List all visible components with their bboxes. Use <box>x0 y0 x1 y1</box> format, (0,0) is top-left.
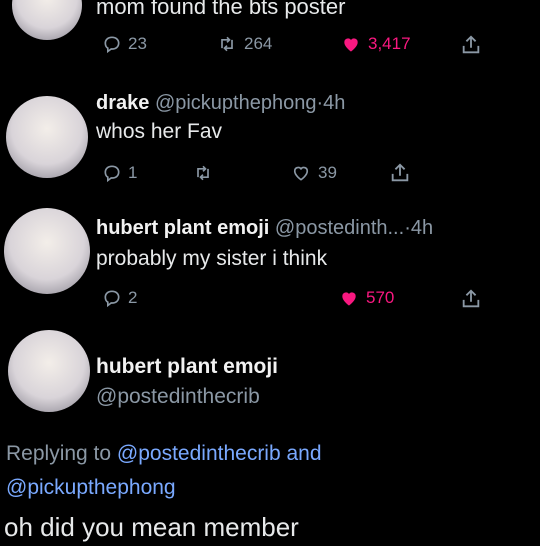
retweet-icon <box>221 36 233 52</box>
separator-dot: · <box>404 217 411 239</box>
reply-icon <box>104 36 120 54</box>
display-name[interactable]: hubert plant emoji <box>96 355 278 379</box>
mention-link[interactable]: @pickupthephong <box>6 476 176 499</box>
tweet-header: drake @pickupthephong·4h <box>96 92 345 115</box>
timestamp[interactable]: 4h <box>411 217 433 239</box>
reply-icon <box>104 165 120 183</box>
share-button[interactable] <box>389 162 411 184</box>
share-icon <box>391 163 409 182</box>
like-button[interactable]: 3,417 <box>340 34 411 54</box>
reply-icon <box>104 290 120 308</box>
like-button[interactable]: 39 <box>290 163 337 183</box>
tweet-text: probably my sister i think <box>96 247 328 270</box>
reply-count: 23 <box>128 34 147 53</box>
tweet-header: hubert plant emoji @postedinth...·4h <box>96 217 433 240</box>
heart-icon <box>293 166 309 181</box>
like-button[interactable]: 570 <box>338 288 394 308</box>
avatar[interactable] <box>12 0 82 40</box>
retweet-button[interactable]: 264 <box>216 34 272 54</box>
mention-link[interactable]: @postedinthecrib <box>117 442 281 465</box>
share-button[interactable] <box>460 288 482 310</box>
handle[interactable]: @postedinthecrib <box>96 385 260 409</box>
display-name[interactable]: hubert plant emoji <box>96 217 269 239</box>
tweet-text: whos her Fav <box>96 120 223 143</box>
avatar[interactable] <box>6 96 88 178</box>
share-icon <box>462 289 480 308</box>
tweet-text: oh did you mean member <box>4 512 299 542</box>
heart-filled-icon <box>344 38 358 52</box>
reply-count: 2 <box>128 288 138 307</box>
like-count: 570 <box>366 288 395 307</box>
reply-button[interactable]: 23 <box>102 34 147 54</box>
display-name[interactable]: drake <box>96 92 149 114</box>
handle[interactable]: @pickupthephong <box>155 92 317 114</box>
mention-conjunction: and <box>286 442 322 465</box>
handle[interactable]: @postedinth... <box>275 217 404 239</box>
avatar[interactable] <box>4 208 90 294</box>
replying-to-label: Replying to <box>6 442 112 465</box>
like-count: 39 <box>318 163 337 182</box>
avatar[interactable] <box>8 330 90 412</box>
timestamp[interactable]: 4h <box>323 92 345 114</box>
replying-to: Replying to @postedinthecrib and @pickup… <box>6 437 526 505</box>
share-icon <box>462 35 480 54</box>
tweet-text: mom found the bts poster <box>96 0 346 19</box>
retweet-icon <box>197 165 209 181</box>
reply-button[interactable]: 2 <box>102 288 137 308</box>
retweet-button[interactable] <box>192 163 214 183</box>
heart-filled-icon <box>342 292 356 306</box>
retweet-count: 264 <box>244 34 273 53</box>
like-count: 3,417 <box>368 34 411 53</box>
reply-count: 1 <box>128 163 138 182</box>
reply-button[interactable]: 1 <box>102 163 137 183</box>
share-button[interactable] <box>460 34 482 56</box>
